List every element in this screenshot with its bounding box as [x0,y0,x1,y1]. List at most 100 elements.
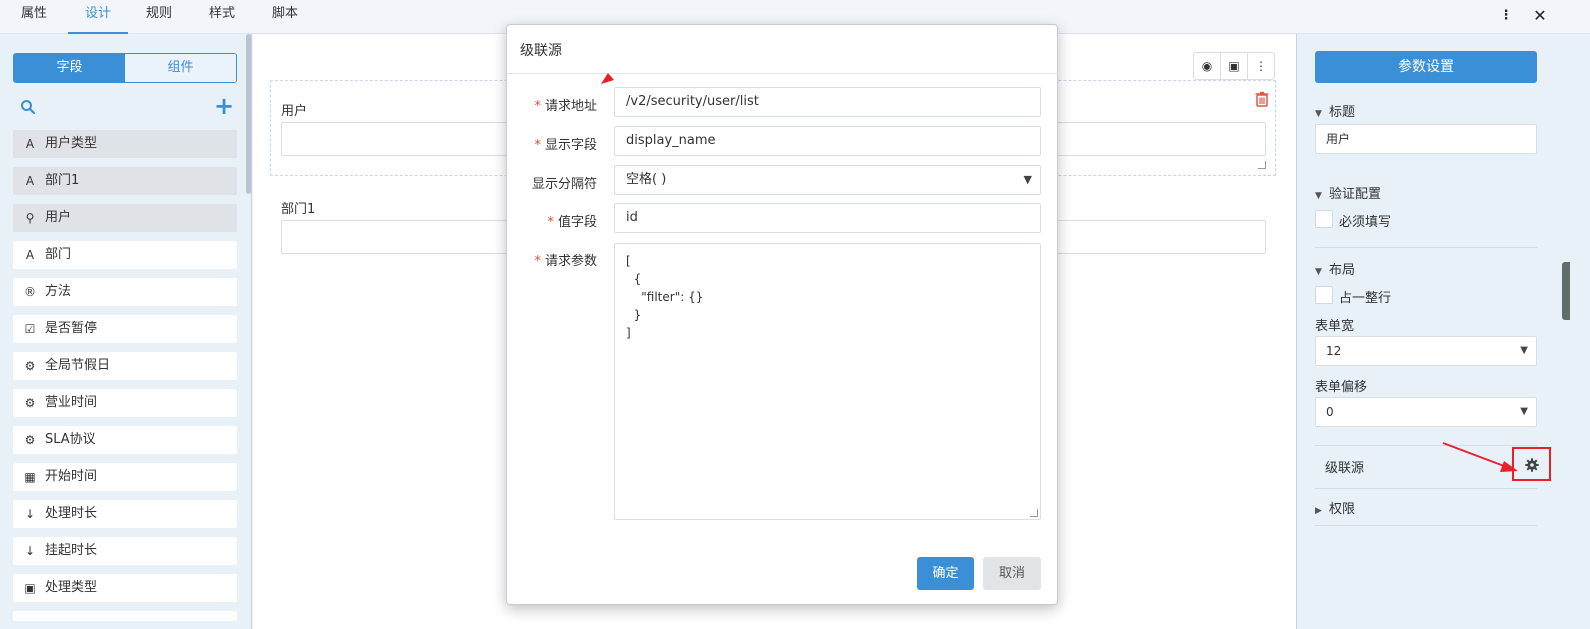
dropdown-caret-icon: ▼ [1520,345,1528,356]
caret-right-icon: ▶ [1315,506,1322,516]
palette-item-label: 全局节假日 [45,358,111,373]
form-width-select[interactable]: 12 ▼ [1315,336,1537,366]
divider [1315,525,1537,526]
cascade-source-dialog: 级联源 * 请求地址 /v2/security/user/list * 显示字段 d… [506,24,1059,605]
caret-down-icon: ▼ [1315,267,1322,277]
text-type-icon: A [25,248,35,262]
divider [1315,445,1537,446]
value-field-label: * 值字段 [547,215,597,230]
palette-item[interactable]: ▣ 处理类型 [13,574,237,602]
field-palette: 字段 组件 + A 用户类型 A 部门1 ⚲ 用户 A 部门 ® 方法 ☑ 是否暂停 ⚙ 全局… [0,34,252,629]
dropdown-box-icon: ▣ [24,581,36,595]
palette-segment-control: 字段 组件 [13,53,237,83]
palette-item-label: 用户类型 [45,136,98,151]
gears-icon: ⚙ [24,433,36,447]
palette-item-label: 挂起时长 [45,543,98,558]
gears-icon: ⚙ [24,359,36,373]
palette-item[interactable]: ⚲ 用户 [13,204,237,232]
request-url-input[interactable]: /v2/security/user/list [614,87,1041,117]
palette-item[interactable]: ↓ 处理时长 [13,500,237,528]
required-checkbox[interactable] [1315,210,1333,228]
divider [507,73,1059,74]
palette-item-label: 部门1 [45,173,80,188]
search-icon[interactable] [20,99,36,115]
tab-style[interactable]: 样式 [199,0,245,34]
more-vertical-icon[interactable]: ⋮ [1248,53,1274,79]
divider [1315,247,1537,248]
palette-item-label: 方法 [45,284,72,299]
close-icon[interactable]: ✕ [1530,6,1550,26]
palette-item-label: SLA协议 [45,432,96,447]
palette-item-label: 是否暂停 [45,321,98,336]
tab-design[interactable]: 设计 [68,0,128,34]
text-type-icon: A [25,174,35,188]
add-icon[interactable]: + [214,94,234,118]
palette-item[interactable]: A 部门 [13,241,237,269]
segment-fields[interactable]: 字段 [14,54,125,82]
request-params-label: * 请求参数 [534,254,597,269]
title-input[interactable]: 用户 [1315,124,1537,154]
resize-handle[interactable] [1030,509,1038,517]
property-panel: 参数设置 ▼ 标题 用户 ▼ 验证配置 必须填写 ▼ 布局 占一整行 表单宽 12 ▼ … [1296,34,1590,629]
form-offset-select[interactable]: 0 ▼ [1315,397,1537,427]
request-url-label: * 请求地址 [534,99,597,114]
trash-icon[interactable] [1255,91,1269,107]
dropdown-caret-icon: ▼ [1023,173,1032,186]
preview-eye-icon[interactable]: ◉ [1194,53,1221,79]
section-permissions[interactable]: ▶ 权限 [1315,498,1355,517]
palette-item[interactable]: ☑ 是否暂停 [13,315,237,343]
full-row-checkbox[interactable] [1315,286,1333,304]
section-layout[interactable]: ▼ 布局 [1315,259,1355,278]
segment-components[interactable]: 组件 [125,54,236,82]
palette-item[interactable] [13,611,237,621]
separator-select[interactable]: 空格( ) ▼ [614,165,1041,195]
palette-item-label: 用户 [45,210,72,225]
canvas-toolbar: ◉ ▣ ⋮ [1193,52,1275,80]
palette-item-label: 处理时长 [45,506,98,521]
display-field-input[interactable]: display_name [614,126,1041,156]
sort-number-icon: ↓ [24,544,36,558]
palette-scrollbar[interactable] [246,34,251,194]
link-icon: ⚲ [25,211,35,225]
side-drawer-handle[interactable] [1562,262,1570,320]
required-label: 必须填写 [1339,215,1392,230]
calendar-icon: ▦ [24,470,36,484]
palette-item-label: 部门 [45,247,72,262]
cancel-button[interactable]: 取消 [983,557,1041,590]
field-label-department: 部门1 [281,202,316,217]
palette-item[interactable]: ⚙ 全局节假日 [13,352,237,380]
form-width-label: 表单宽 [1315,319,1355,334]
gears-icon: ⚙ [24,396,36,410]
form-offset-label: 表单偏移 [1315,380,1368,395]
dropdown-caret-icon: ▼ [1520,406,1528,417]
tab-properties[interactable]: 属性 [10,0,58,34]
divider [1315,488,1537,489]
palette-item[interactable]: ▦ 开始时间 [13,463,237,491]
more-vertical-icon[interactable]: ⋮ [1496,6,1516,26]
text-type-icon: A [25,137,35,151]
palette-item[interactable]: A 用户类型 [13,130,237,158]
section-title[interactable]: ▼ 标题 [1315,101,1355,120]
resize-handle[interactable] [1258,161,1266,169]
section-validation[interactable]: ▼ 验证配置 [1315,183,1381,202]
palette-item-label: 营业时间 [45,395,98,410]
palette-item[interactable]: ⚙ SLA协议 [13,426,237,454]
confirm-button[interactable]: 确定 [917,557,974,590]
request-params-textarea[interactable]: [ { "filter": {} } ] [614,243,1041,520]
value-field-input[interactable]: id [614,203,1041,233]
separator-label: 显示分隔符 [531,177,597,192]
palette-item[interactable]: ® 方法 [13,278,237,306]
save-icon[interactable]: ▣ [1221,53,1248,79]
radio-icon: ® [24,285,36,299]
palette-item[interactable]: ↓ 挂起时长 [13,537,237,565]
tab-script[interactable]: 脚本 [262,0,308,34]
param-settings-button[interactable]: 参数设置 [1315,51,1537,83]
tab-rules[interactable]: 规则 [136,0,182,34]
gear-icon[interactable] [1525,458,1539,472]
checkbox-icon: ☑ [24,322,36,336]
palette-item[interactable]: ⚙ 营业时间 [13,389,237,417]
palette-item-label: 处理类型 [45,580,98,595]
palette-item[interactable]: A 部门1 [13,167,237,195]
caret-down-icon: ▼ [1315,191,1322,201]
display-field-label: * 显示字段 [534,138,597,153]
